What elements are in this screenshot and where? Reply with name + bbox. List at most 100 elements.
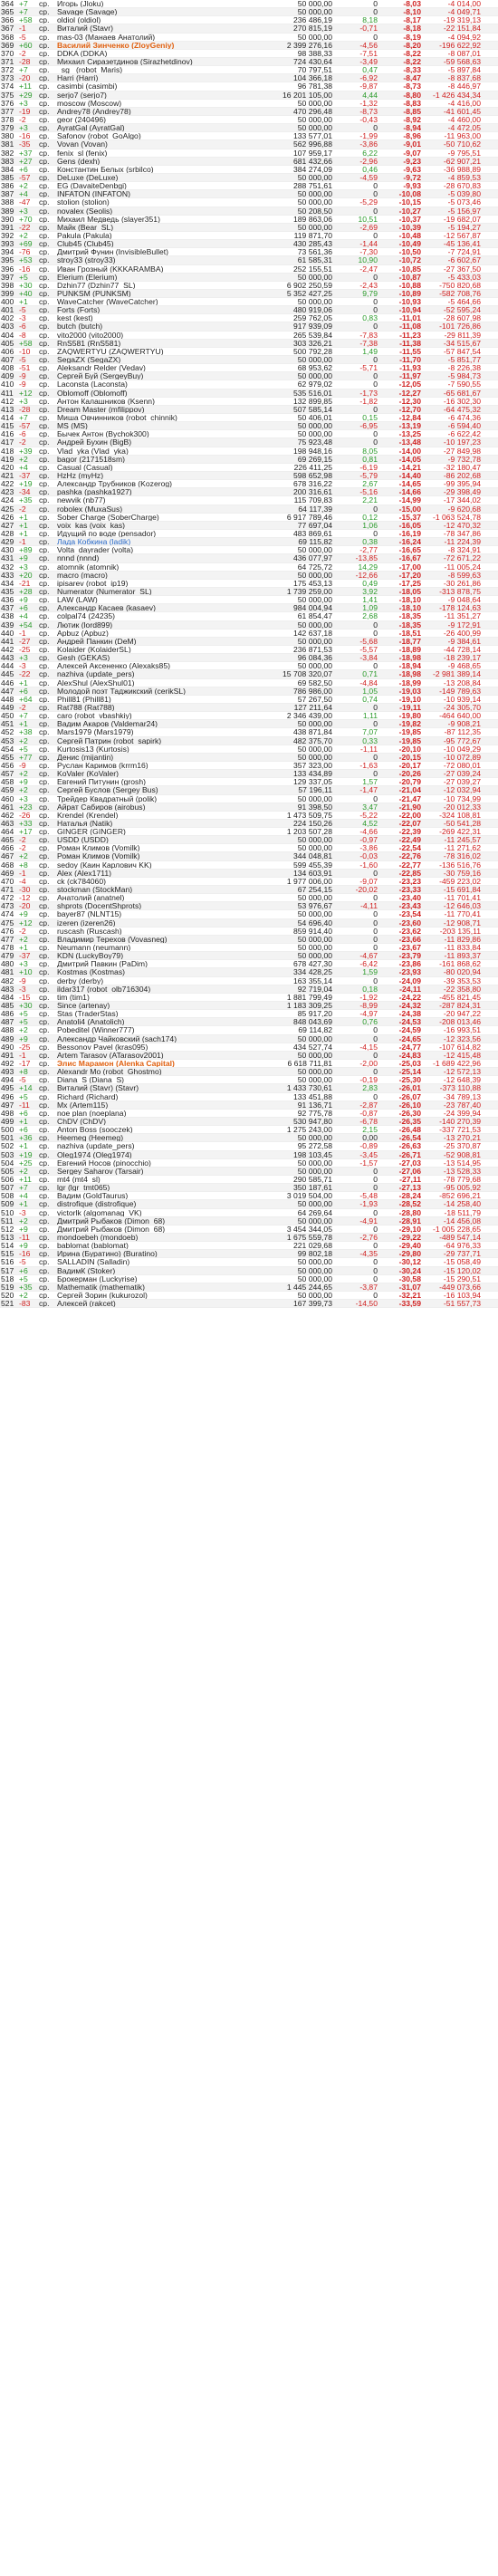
cell-participant-name[interactable]: Дмитрий Рыбаков (Dimon_68) [55,1226,245,1233]
table-row[interactable]: 461 +23 ср. Айрат Сабиров (airobus) 91 398,5… [0,803,498,812]
cell-participant-name[interactable]: colpal74 (24235) [55,612,245,620]
table-row[interactable]: 403 -6 ср. butch (butch) 917 939,09 0 -11,08 -1… [0,322,498,332]
cell-participant-name[interactable]: Миша Овчинников (robot_chinnik) [55,414,245,421]
table-row[interactable]: 397 +5 ср. Elerium (Elerium) 50 000,00 0 -10,8… [0,273,498,282]
cell-participant-name[interactable]: Kolaider (KolaiderSL) [55,646,245,653]
cell-participant-name[interactable]: ck (ck784060) [55,878,245,885]
cell-participant-name[interactable]: Alex (Alex1711) [55,870,245,877]
table-row[interactable]: 512 +9 ср. Дмитрий Рыбаков (Dimon_68) 3 454 … [0,1226,498,1234]
cell-participant-name[interactable]: Club45 (Club45) [55,240,245,247]
table-row[interactable]: 464 +17 ср. GINGER (GINGER) 1 203 507,28 -4,6… [0,828,498,837]
cell-participant-name[interactable]: Иван Грозный (KKKARAMBA) [55,265,245,273]
cell-participant-name[interactable]: Mars1979 (Mars1979) [55,728,245,735]
cell-participant-name[interactable]: ZAQWERTYU (ZAQWERTYU) [55,348,245,355]
cell-participant-name[interactable]: Mathematik (mathematik) [55,1283,245,1291]
table-row[interactable]: 515 -16 ср. Ирина (Буратино) (Buratino) 99 8… [0,1250,498,1259]
table-row[interactable]: 400 +1 ср. WaveCatcher (WaveCatcher) 50 000,… [0,298,498,307]
table-row[interactable]: 477 +2 ср. Владимир Терехов (Vovasneg) 50 00… [0,935,498,945]
cell-participant-name[interactable]: atomnik (atomnik) [55,563,245,571]
table-row[interactable]: 493 +8 ср. Alexandr Mo (robot_Ghostmo) 50 00… [0,1068,498,1077]
table-row[interactable]: 490 -25 ср. Bessonov Pavel (kras095) 434 527… [0,1043,498,1052]
table-row[interactable]: 405 +58 ср. RnS581 (RnS581) 303 326,21 -7,38 -… [0,339,498,348]
cell-participant-name[interactable]: Антон Калашников (Ksenn) [55,398,245,405]
table-row[interactable]: 450 +7 ср. caro (robot_vbashkiy) 2 346 439,0… [0,712,498,721]
cell-participant-name[interactable]: ildar317 (robot_olb716304) [55,985,245,993]
table-row[interactable]: 485 +30 ср. Since (artenay) 1 183 309,25 -8,9… [0,1002,498,1011]
cell-participant-name[interactable]: USDD (USDD) [55,836,245,843]
table-row[interactable]: 366 +58 ср. oldiol (oldiol) 236 486,19 8,18 -8… [0,16,498,25]
table-row[interactable]: 514 +9 ср. bablomat (bablomat) 221 029,68 0 -2… [0,1242,498,1251]
cell-participant-name[interactable]: Идущий по воде (pensador) [55,530,245,537]
table-row[interactable]: 417 -2 ср. Андрей Бухин (BigB) 75 923,48 0 -13… [0,438,498,447]
table-row[interactable]: 414 +7 ср. Миша Овчинников (robot_chinnik) 5… [0,414,498,423]
cell-participant-name[interactable]: EG (DavaiteDenbgi) [55,182,245,189]
table-row[interactable]: 444 -3 ср. Алексей Аксененко (Alexaks85) 50 … [0,662,498,671]
table-row[interactable]: 393 +69 ср. Club45 (Club45) 430 285,43 -1,44 -… [0,240,498,249]
cell-participant-name[interactable]: LAW (LAW) [55,596,245,603]
table-row[interactable]: 483 -3 ср. ildar317 (robot_olb716304) 92 719… [0,985,498,994]
table-row[interactable]: 442 -25 ср. Kolaider (KolaiderSL) 236 871,53… [0,646,498,655]
table-row[interactable]: 513 -11 ср. mondoebeh (mondoeb) 1 675 559,78… [0,1233,498,1243]
table-row[interactable]: 381 -35 ср. Vovan (Vovan) 562 996,88 -3,86 -9,… [0,140,498,149]
cell-participant-name[interactable]: mondoebeh (mondoeb) [55,1234,245,1241]
cell-participant-name[interactable]: Роман Климов (Vomilk) [55,852,245,860]
cell-participant-name[interactable]: bagor (2171518sm) [55,456,245,463]
cell-participant-name[interactable]: Harri (Harri) [55,74,245,82]
cell-participant-name[interactable]: Айрат Сабиров (airobus) [55,803,245,811]
cell-participant-name[interactable]: Анатолий (anatnel) [55,894,245,901]
table-row[interactable]: 418 +39 ср. Vlad_yka (Vlad_yka) 198 948,16 8,… [0,447,498,456]
cell-participant-name[interactable]: SegaZX (SegaZX) [55,356,245,363]
cell-participant-name[interactable]: Alexandr Mo (robot_Ghostmo) [55,1068,245,1075]
cell-participant-name[interactable]: Сергей Зорин (kukurozol) [55,1292,245,1299]
cell-participant-name[interactable]: Ирина (Буратино) (Buratino) [55,1250,245,1257]
cell-participant-name[interactable]: moscow (Moscow) [55,100,245,107]
table-row[interactable]: 422 +19 ср. Александр Трубников (Kozerog) 67… [0,480,498,489]
table-row[interactable]: 410 -9 ср. Laconsta (Laconsta) 62 979,02 0 -12… [0,380,498,389]
cell-participant-name[interactable]: Sergey Saharov (Tarsair) [55,1168,245,1175]
cell-participant-name[interactable]: Kostmas (Kostmas) [55,968,245,976]
table-row[interactable]: 385 -57 ср. DeLuxe (DeLuxe) 50 000,00 -4,59 -9… [0,173,498,183]
table-row[interactable]: 434 -21 ср. ipisarev (robot_ip19) 175 453,13… [0,580,498,588]
table-row[interactable]: 429 -1 ср. Лада Кобкина (ladik) 69 115,82 0,3… [0,538,498,547]
cell-participant-name[interactable]: Krendel (Krendel) [55,812,245,819]
cell-participant-name[interactable]: mas-03 (Манаев Анатолий) [55,34,245,41]
cell-participant-name[interactable]: fenix_sl (fenix) [55,149,245,157]
table-row[interactable]: 488 +2 ср. Pobeditel (Winner777) 69 114,82 0 -… [0,1026,498,1035]
cell-participant-name[interactable]: MS (MS) [55,422,245,429]
cell-participant-name[interactable]: Алексей Аксененко (Alexaks85) [55,662,245,669]
table-row[interactable]: 390 +70 ср. Михаил Медведь (slayer351) 189 8… [0,216,498,224]
table-row[interactable]: 489 +9 ср. Александр Чайковский (sach174) 50… [0,1034,498,1043]
table-row[interactable]: 505 +2 ср. Sergey Saharov (Tarsair) 50 000,0… [0,1167,498,1176]
cell-participant-name[interactable]: Phill81 (Phill81) [55,696,245,703]
cell-participant-name[interactable]: Vovan (Vovan) [55,140,245,148]
table-row[interactable]: 364 +7 ср. Игорь (Jloku) 50 000,00 0 -8,03 -4 0… [0,0,498,9]
cell-participant-name[interactable]: Михаил Сиразетдинов (Sirazhetdinov) [55,58,245,65]
table-row[interactable]: 498 +6 ср. noe plan (noeplana) 92 775,78 -0,8… [0,1110,498,1118]
table-row[interactable]: 427 +1 ср. voix_kas (voix_kas) 77 697,04 1,06… [0,521,498,530]
table-row[interactable]: 409 -9 ср. Сергей Буй (SergeyBuy) 50 000,00 0… [0,372,498,381]
cell-participant-name[interactable]: _sg_ (robot_Maris) [55,66,245,73]
cell-participant-name[interactable]: Safonov (robot_GoAlgo) [55,132,245,139]
cell-participant-name[interactable]: Anton Boss (sooczek) [55,1126,245,1133]
table-row[interactable]: 406 -10 ср. ZAQWERTYU (ZAQWERTYU) 500 792,28… [0,348,498,357]
cell-participant-name[interactable]: ipisarev (robot_ip19) [55,580,245,587]
cell-participant-name[interactable]: GINGER (GINGER) [55,828,245,835]
cell-participant-name[interactable]: bayer87 (NLNT15) [55,910,245,918]
cell-participant-name[interactable]: lgr (lgr_tmt065) [55,1184,245,1191]
cell-participant-name[interactable]: kest (kest) [55,314,245,322]
cell-participant-name[interactable]: Роман Климов (Vomilk) [55,844,245,851]
table-row[interactable]: 518 +5 ср. Брокерман (Luckyrise) 50 000,00 0 -… [0,1275,498,1283]
table-row[interactable]: 377 -19 ср. Andrey78 (Andrey78) 470 296,48 -8… [0,107,498,116]
table-row[interactable]: 411 +12 ср. Oblomoff (Oblomoff) 535 516,01 -1… [0,389,498,398]
table-row[interactable]: 408 -51 ср. Aleksandr Relder (Vedav) 68 953,… [0,364,498,373]
cell-participant-name[interactable]: INFATON (INFATON) [55,190,245,197]
cell-participant-name[interactable]: distrofique (distrofique) [55,1200,245,1207]
table-row[interactable]: 421 -37 ср. HzHz (myHz) 598 652,98 -5,79 -14,4… [0,472,498,481]
table-row[interactable]: 465 -2 ср. USDD (USDD) 50 000,00 -0,97 -22,49 -… [0,836,498,845]
table-row[interactable]: 433 +20 ср. macro (macro) 50 000,00 -12,66 -17… [0,571,498,580]
cell-participant-name[interactable]: Дмитрий Рыбаков (Dimon_68) [55,1217,245,1225]
table-row[interactable]: 473 -20 ср. shprots (DocentShprots) 53 976,6… [0,902,498,911]
table-row[interactable]: 369 +60 ср. Василий Зинченко (ZloyGeniy) 2 3… [0,41,498,50]
table-row[interactable]: 486 +5 ср. Stas (TraderStas) 85 917,20 -4,97 -… [0,1010,498,1019]
cell-participant-name[interactable]: Элис Марамон (Alenka Capital) [55,1060,245,1067]
